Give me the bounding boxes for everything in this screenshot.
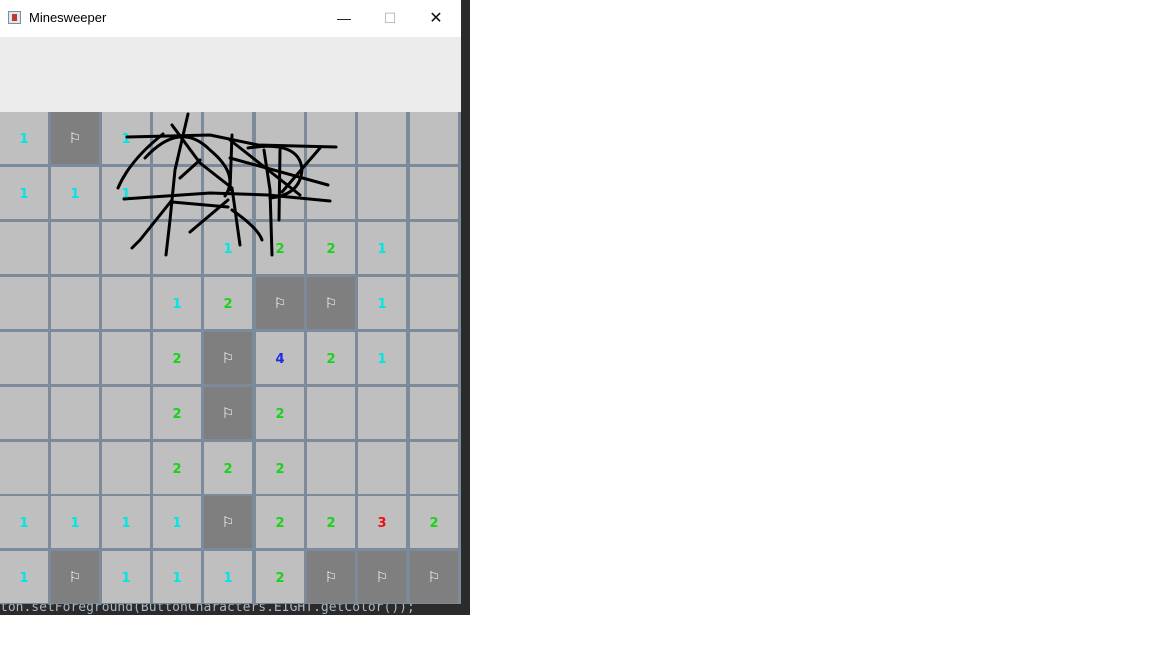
- minefield-cell[interactable]: [358, 387, 406, 439]
- java-app-icon: [8, 11, 21, 24]
- minefield-cell[interactable]: 4: [256, 332, 304, 384]
- minefield-cell[interactable]: 2: [256, 387, 304, 439]
- flag-icon[interactable]: ⚐: [204, 387, 252, 439]
- minefield-cell[interactable]: 1: [0, 112, 48, 164]
- minefield-cell[interactable]: [102, 222, 150, 274]
- flag-icon[interactable]: ⚐: [51, 551, 99, 603]
- minefield-cell[interactable]: [410, 112, 458, 164]
- minefield-cell[interactable]: 1: [102, 496, 150, 548]
- minefield-cell[interactable]: 1: [153, 277, 201, 329]
- minimize-button[interactable]: —: [321, 0, 367, 37]
- minesweeper-window: Minesweeper — ☐ ✕ 1 ⚐ 1 1 1 1 1 2 2 1 1 2 ⚐ ⚐ 1 2 ⚐ 4 2 1 2 ⚐…: [0, 0, 470, 615]
- minefield-cell[interactable]: [410, 387, 458, 439]
- title-bar[interactable]: Minesweeper — ☐ ✕: [0, 0, 461, 37]
- minefield-cell[interactable]: 2: [204, 277, 252, 329]
- minefield-cell[interactable]: 1: [358, 222, 406, 274]
- minefield-cell[interactable]: 2: [256, 496, 304, 548]
- minefield-cell[interactable]: [102, 277, 150, 329]
- minefield-cell[interactable]: [358, 167, 406, 219]
- maximize-button[interactable]: ☐: [367, 0, 413, 37]
- minefield-cell[interactable]: 2: [153, 442, 201, 494]
- minefield-cell[interactable]: [256, 112, 304, 164]
- flag-icon[interactable]: ⚐: [256, 277, 304, 329]
- minefield-cell[interactable]: 1: [153, 551, 201, 603]
- minefield-cell[interactable]: [102, 332, 150, 384]
- minefield-cell[interactable]: [51, 332, 99, 384]
- flag-icon[interactable]: ⚐: [204, 496, 252, 548]
- minefield-cell[interactable]: [204, 112, 252, 164]
- minefield-cell[interactable]: 1: [0, 167, 48, 219]
- minefield-cell[interactable]: [0, 222, 48, 274]
- minefield-cell[interactable]: [307, 387, 355, 439]
- minefield-cell[interactable]: [0, 332, 48, 384]
- minefield-cell[interactable]: [204, 167, 252, 219]
- flag-icon[interactable]: ⚐: [204, 332, 252, 384]
- ide-editor-strip: ton.setForeground(ButtonCharacters.EIGHT…: [0, 604, 470, 615]
- minefield-cell[interactable]: 1: [204, 551, 252, 603]
- minefield-cell[interactable]: 2: [307, 332, 355, 384]
- minefield-cell[interactable]: 2: [256, 222, 304, 274]
- minefield-cell[interactable]: 1: [0, 496, 48, 548]
- minefield-cell[interactable]: [51, 442, 99, 494]
- minefield-cell[interactable]: 1: [358, 277, 406, 329]
- minefield-cell[interactable]: [102, 442, 150, 494]
- minefield-cell[interactable]: [51, 387, 99, 439]
- minefield-cell[interactable]: [102, 387, 150, 439]
- minefield-cell[interactable]: 2: [307, 222, 355, 274]
- minefield-cell[interactable]: 1: [204, 222, 252, 274]
- minefield-cell[interactable]: [410, 277, 458, 329]
- flag-icon[interactable]: ⚐: [307, 277, 355, 329]
- top-panel: [0, 37, 461, 112]
- minefield-grid: 1 ⚐ 1 1 1 1 1 2 2 1 1 2 ⚐ ⚐ 1 2 ⚐ 4 2 1 2 ⚐ 2 2 2 2 1 1 1 1 ⚐ 2 2 3 2 1 ⚐ 1 1 1…: [0, 112, 461, 604]
- minefield-cell[interactable]: [410, 332, 458, 384]
- minefield-cell[interactable]: 1: [0, 551, 48, 603]
- minefield-cell[interactable]: [307, 167, 355, 219]
- minefield-cell[interactable]: 2: [256, 551, 304, 603]
- minefield-cell[interactable]: 1: [102, 167, 150, 219]
- minefield-cell[interactable]: [0, 277, 48, 329]
- minefield-cell[interactable]: 2: [256, 442, 304, 494]
- minefield-cell[interactable]: 1: [153, 496, 201, 548]
- minefield-cell[interactable]: 1: [102, 551, 150, 603]
- flag-icon[interactable]: ⚐: [410, 551, 458, 603]
- minefield-cell[interactable]: 1: [51, 167, 99, 219]
- minefield-cell[interactable]: [153, 112, 201, 164]
- minefield-cell[interactable]: [410, 442, 458, 494]
- minefield-cell[interactable]: 2: [204, 442, 252, 494]
- code-line: ton.setForeground(ButtonCharacters.EIGHT…: [0, 604, 415, 615]
- minefield-cell[interactable]: [51, 277, 99, 329]
- minefield-cell[interactable]: [153, 222, 201, 274]
- window-title: Minesweeper: [29, 10, 107, 25]
- minefield-cell[interactable]: [51, 222, 99, 274]
- minefield-cell[interactable]: [410, 222, 458, 274]
- minefield-cell[interactable]: [0, 387, 48, 439]
- minefield-cell[interactable]: [358, 112, 406, 164]
- flag-icon[interactable]: ⚐: [358, 551, 406, 603]
- flag-icon[interactable]: ⚐: [51, 112, 99, 164]
- flag-icon[interactable]: ⚐: [307, 551, 355, 603]
- minefield-cell[interactable]: [0, 442, 48, 494]
- minefield-cell[interactable]: [307, 442, 355, 494]
- minefield-cell[interactable]: 1: [51, 496, 99, 548]
- close-button[interactable]: ✕: [413, 0, 459, 37]
- minefield-cell[interactable]: [410, 167, 458, 219]
- minefield-cell[interactable]: 2: [153, 332, 201, 384]
- minefield-cell[interactable]: 1: [102, 112, 150, 164]
- minefield-cell[interactable]: [256, 167, 304, 219]
- minefield-cell[interactable]: 3: [358, 496, 406, 548]
- minefield-cell[interactable]: 2: [307, 496, 355, 548]
- minefield-cell[interactable]: 2: [153, 387, 201, 439]
- minefield-cell[interactable]: [153, 167, 201, 219]
- minefield-cell[interactable]: [307, 112, 355, 164]
- minefield-cell[interactable]: 2: [410, 496, 458, 548]
- minefield-cell[interactable]: 1: [358, 332, 406, 384]
- minefield-cell[interactable]: [358, 442, 406, 494]
